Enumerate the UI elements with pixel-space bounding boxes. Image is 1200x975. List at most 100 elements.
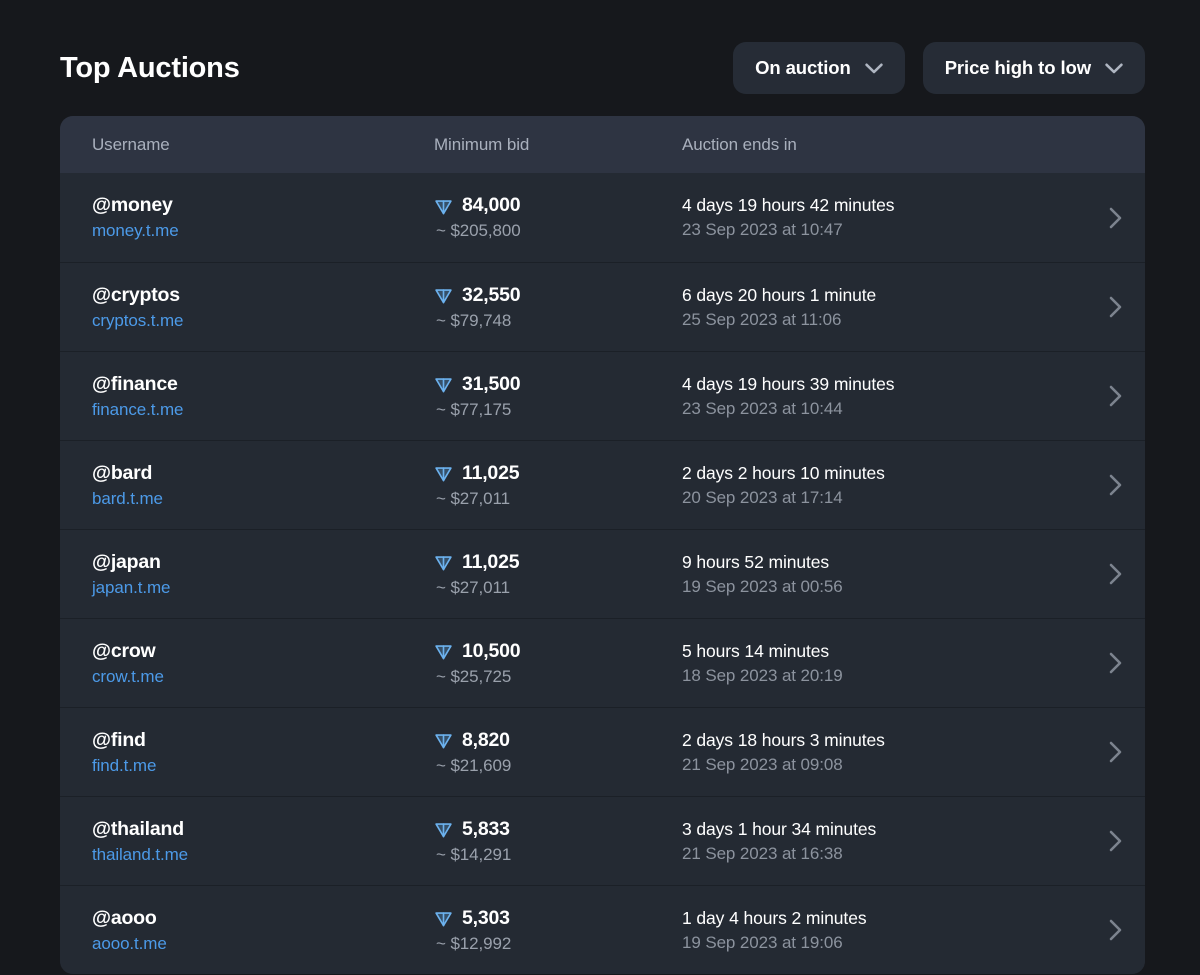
bid-main: 5,303: [434, 907, 682, 929]
username-text: @thailand: [92, 817, 184, 840]
bid-main: 31,500: [434, 373, 682, 395]
ton-crystal-icon: [434, 375, 453, 394]
auction-ends-date: 23 Sep 2023 at 10:44: [682, 398, 843, 418]
username-link[interactable]: japan.t.me: [92, 578, 434, 598]
username-link[interactable]: aooo.t.me: [92, 934, 434, 954]
filter-status-dropdown[interactable]: On auction: [733, 42, 905, 94]
table-row[interactable]: @crow crow.t.me 10,500 ~ $25,725 5 hours…: [60, 618, 1145, 707]
username-link[interactable]: money.t.me: [92, 221, 434, 241]
bid-usd-text: ~ $205,800: [436, 221, 521, 241]
bid-main: 32,550: [434, 284, 682, 306]
row-open-button[interactable]: [1085, 296, 1145, 318]
auction-ends-date: 20 Sep 2023 at 17:14: [682, 487, 843, 507]
chevron-down-icon: [1105, 63, 1123, 74]
cell-auction-ends-in: 6 days 20 hours 1 minute 25 Sep 2023 at …: [682, 285, 1085, 330]
ton-crystal-icon: [434, 553, 453, 572]
cell-minimum-bid: 5,303 ~ $12,992: [434, 907, 682, 954]
cell-username: @money money.t.me: [92, 194, 434, 241]
chevron-right-icon: [1109, 207, 1122, 229]
bid-main: 8,820: [434, 729, 682, 751]
bid-usd-text: ~ $12,992: [436, 933, 512, 953]
row-open-button[interactable]: [1085, 474, 1145, 496]
ton-crystal-icon: [434, 286, 453, 305]
chevron-right-icon: [1109, 652, 1122, 674]
row-open-button[interactable]: [1085, 919, 1145, 941]
bid-usd-text: ~ $77,175: [436, 399, 512, 419]
bid-usd-text: ~ $21,609: [436, 755, 512, 775]
username-link[interactable]: bard.t.me: [92, 489, 434, 509]
row-open-button[interactable]: [1085, 385, 1145, 407]
bid-main: 84,000: [434, 194, 682, 216]
auction-ends-date: 25 Sep 2023 at 11:06: [682, 309, 842, 329]
username-link[interactable]: cryptos.t.me: [92, 311, 434, 331]
username-text: @money: [92, 194, 173, 217]
bid-usd-text: ~ $79,748: [436, 310, 512, 330]
row-open-button[interactable]: [1085, 207, 1145, 229]
bid-amount-text: 31,500: [462, 372, 521, 395]
bid-amount-text: 5,303: [462, 906, 510, 929]
auctions-table-card: Username Minimum bid Auction ends in @mo…: [60, 116, 1145, 974]
table-row[interactable]: @money money.t.me 84,000 ~ $205,800 4 da…: [60, 173, 1145, 262]
auction-ends-countdown: 4 days 19 hours 39 minutes: [682, 373, 895, 394]
username-text: @cryptos: [92, 283, 180, 306]
ton-crystal-icon: [434, 909, 453, 928]
table-row[interactable]: @finance finance.t.me 31,500 ~ $77,175 4…: [60, 351, 1145, 440]
page-header: Top Auctions On auction Price high to lo…: [60, 28, 1145, 108]
auction-ends-countdown: 2 days 18 hours 3 minutes: [682, 729, 885, 750]
cell-minimum-bid: 8,820 ~ $21,609: [434, 729, 682, 776]
auction-ends-countdown: 4 days 19 hours 42 minutes: [682, 195, 895, 216]
column-header-auction-ends-in: Auction ends in: [682, 134, 797, 154]
table-body: @money money.t.me 84,000 ~ $205,800 4 da…: [60, 173, 1145, 974]
ton-crystal-icon: [434, 197, 453, 216]
table-row[interactable]: @aooo aooo.t.me 5,303 ~ $12,992 1 day 4 …: [60, 885, 1145, 974]
filter-sort-label: Price high to low: [944, 57, 1091, 78]
cell-minimum-bid: 5,833 ~ $14,291: [434, 818, 682, 865]
cell-username: @crow crow.t.me: [92, 640, 434, 687]
bid-amount-text: 32,550: [462, 283, 521, 306]
row-open-button[interactable]: [1085, 563, 1145, 585]
username-text: @japan: [92, 550, 161, 573]
table-row[interactable]: @bard bard.t.me 11,025 ~ $27,011 2 days …: [60, 440, 1145, 529]
bid-amount-text: 11,025: [462, 550, 520, 573]
username-link[interactable]: thailand.t.me: [92, 845, 434, 865]
auction-ends-countdown: 3 days 1 hour 34 minutes: [682, 818, 877, 839]
chevron-down-icon: [864, 63, 883, 74]
username-link[interactable]: crow.t.me: [92, 667, 434, 687]
chevron-right-icon: [1109, 385, 1122, 407]
auction-ends-countdown: 1 day 4 hours 2 minutes: [682, 907, 867, 928]
cell-username: @thailand thailand.t.me: [92, 818, 434, 865]
bid-amount-text: 11,025: [462, 461, 520, 484]
bid-usd-text: ~ $27,011: [436, 577, 510, 597]
bid-main: 10,500: [434, 640, 682, 662]
chevron-right-icon: [1109, 474, 1122, 496]
cell-minimum-bid: 32,550 ~ $79,748: [434, 284, 682, 331]
bid-main: 11,025: [434, 551, 682, 573]
bid-usd-text: ~ $14,291: [436, 844, 512, 864]
chevron-right-icon: [1109, 741, 1122, 763]
page-title: Top Auctions: [60, 51, 240, 84]
table-row[interactable]: @cryptos cryptos.t.me 32,550 ~ $79,748 6…: [60, 262, 1145, 351]
row-open-button[interactable]: [1085, 741, 1145, 763]
top-auctions-page: Top Auctions On auction Price high to lo…: [0, 0, 1200, 975]
row-open-button[interactable]: [1085, 830, 1145, 852]
username-text: @bard: [92, 461, 153, 484]
table-row[interactable]: @find find.t.me 8,820 ~ $21,609 2 days 1…: [60, 707, 1145, 796]
cell-username: @finance finance.t.me: [92, 373, 434, 420]
table-row[interactable]: @thailand thailand.t.me 5,833 ~ $14,291 …: [60, 796, 1145, 885]
bid-amount-text: 84,000: [462, 194, 521, 217]
column-header-username: Username: [92, 134, 170, 154]
auction-ends-date: 18 Sep 2023 at 20:19: [682, 665, 843, 685]
ton-crystal-icon: [434, 820, 453, 839]
auction-ends-date: 19 Sep 2023 at 19:06: [682, 932, 843, 952]
table-row[interactable]: @japan japan.t.me 11,025 ~ $27,011 9 hou…: [60, 529, 1145, 618]
username-text: @find: [92, 728, 146, 751]
bid-main: 5,833: [434, 818, 682, 840]
username-link[interactable]: finance.t.me: [92, 400, 434, 420]
row-open-button[interactable]: [1085, 652, 1145, 674]
ton-crystal-icon: [434, 642, 453, 661]
filter-sort-dropdown[interactable]: Price high to low: [922, 42, 1145, 94]
chevron-right-icon: [1109, 563, 1122, 585]
username-link[interactable]: find.t.me: [92, 756, 434, 776]
cell-username: @find find.t.me: [92, 729, 434, 776]
auction-ends-countdown: 2 days 2 hours 10 minutes: [682, 462, 885, 483]
